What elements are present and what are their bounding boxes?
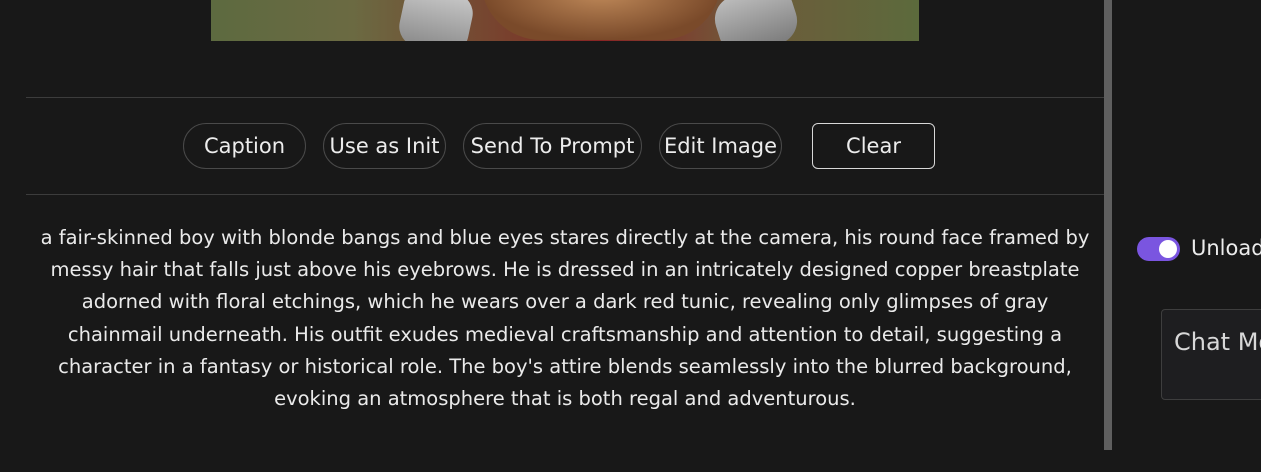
divider	[26, 194, 1104, 195]
unload-toggle[interactable]	[1137, 237, 1180, 261]
scrollbar[interactable]	[1104, 0, 1112, 450]
toggle-knob	[1159, 240, 1177, 258]
chat-model-label: Chat Mo	[1174, 328, 1261, 356]
image-caption-text: a fair-skinned boy with blonde bangs and…	[40, 226, 1090, 411]
chat-model-select[interactable]: Chat Mo	[1161, 309, 1261, 400]
send-to-prompt-button[interactable]: Send To Prompt	[463, 123, 642, 169]
side-panel: Unload Chat Mo	[1112, 0, 1261, 472]
generated-image-preview[interactable]	[211, 0, 919, 41]
caption-button[interactable]: Caption	[183, 123, 306, 169]
use-as-init-button[interactable]: Use as Init	[323, 123, 446, 169]
unload-toggle-label: Unload	[1191, 236, 1261, 260]
image-armor-right	[708, 0, 804, 41]
edit-image-button[interactable]: Edit Image	[659, 123, 782, 169]
clear-button[interactable]: Clear	[812, 123, 935, 169]
image-breastplate	[481, 0, 721, 40]
image-panel: Caption Use as Init Send To Prompt Edit …	[0, 0, 1104, 472]
app-page: Caption Use as Init Send To Prompt Edit …	[0, 0, 1261, 472]
divider	[26, 97, 1104, 98]
image-armor-left	[395, 0, 477, 41]
